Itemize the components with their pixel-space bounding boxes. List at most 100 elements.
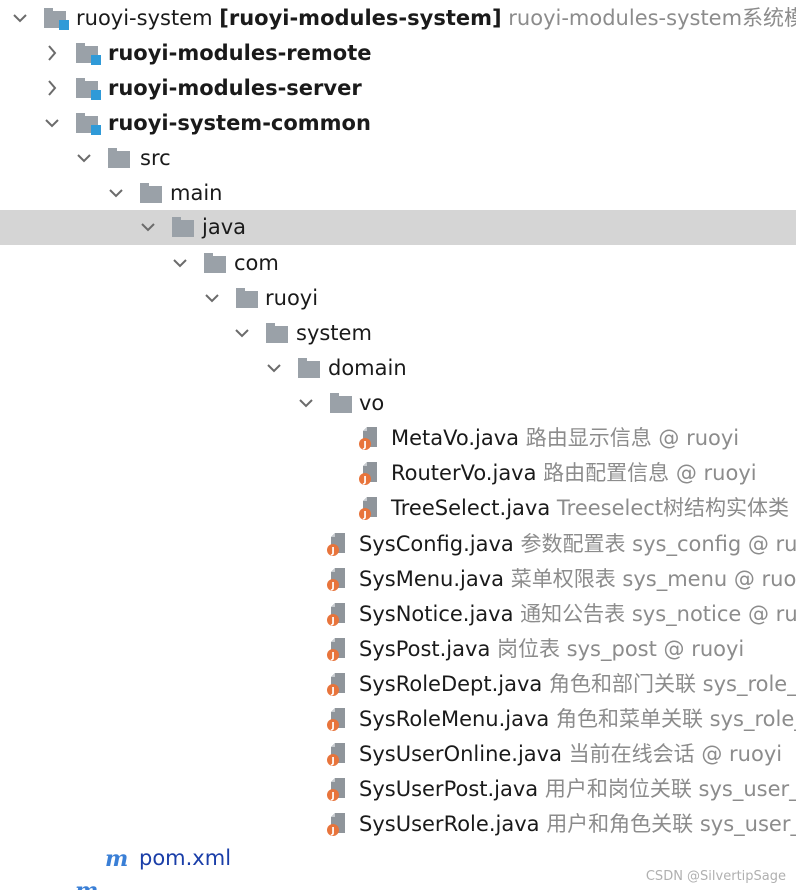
tree-row-label: SysMenu.java 菜单权限表 sys_menu @ ruoyi [359, 567, 796, 591]
tree-row-folder-java[interactable]: java [0, 210, 796, 245]
tree-row-label: RouterVo.java 路由配置信息 @ ruoyi [391, 461, 757, 485]
chevron-down-icon[interactable] [232, 321, 252, 345]
svg-text:J: J [330, 617, 334, 627]
java-class-icon: J [359, 497, 377, 521]
svg-text:m: m [75, 878, 98, 890]
folder-icon [266, 323, 288, 343]
svg-text:J: J [330, 652, 334, 662]
tree-row-label: com [234, 251, 279, 275]
tree-row-label: MetaVo.java 路由显示信息 @ ruoyi [391, 426, 740, 450]
tree-row-file[interactable]: J SysRoleDept.java 角色和部门关联 sys_role_de [0, 667, 796, 702]
tree-row-root[interactable]: ruoyi-system [ruoyi-modules-system] ruoy… [0, 1, 796, 36]
chevron-down-icon[interactable] [264, 356, 284, 380]
svg-text:J: J [362, 511, 366, 521]
java-class-icon: J [327, 568, 345, 592]
chevron-down-icon[interactable] [74, 146, 94, 170]
svg-text:J: J [330, 582, 334, 592]
chevron-right-icon[interactable] [42, 41, 62, 65]
chevron-down-icon[interactable] [170, 251, 190, 275]
svg-text:J: J [330, 722, 334, 732]
watermark: CSDN @SilvertipSage [645, 869, 786, 884]
folder-icon [298, 358, 320, 378]
svg-text:J: J [330, 792, 334, 802]
tree-row-folder-src[interactable]: src [0, 141, 796, 176]
tree-row-file[interactable]: J MetaVo.java 路由显示信息 @ ruoyi [0, 421, 796, 456]
project-tree: ruoyi-system [ruoyi-modules-system] ruoy… [0, 0, 796, 890]
tree-row-label: SysUserRole.java 用户和角色关联 sys_user_ro [359, 812, 796, 836]
tree-row-folder-main[interactable]: main [0, 176, 796, 211]
chevron-down-icon[interactable] [10, 6, 30, 30]
chevron-down-icon[interactable] [42, 111, 62, 135]
chevron-down-icon[interactable] [106, 181, 126, 205]
tree-row-folder-domain[interactable]: domain [0, 351, 796, 386]
java-class-icon: J [359, 462, 377, 486]
tree-row-label: SysUserOnline.java 当前在线会话 @ ruoyi [359, 742, 783, 766]
folder-icon [108, 148, 130, 168]
tree-row-file[interactable]: J SysPost.java 岗位表 sys_post @ ruoyi [0, 632, 796, 667]
maven-icon: m [105, 846, 128, 871]
tree-row-label: vo [359, 391, 385, 415]
tree-row-label: main [170, 181, 223, 205]
tree-row-module-server[interactable]: ruoyi-modules-server [0, 71, 796, 106]
tree-row-folder-com[interactable]: com [0, 246, 796, 281]
tree-row-folder-ruoyi[interactable]: ruoyi [0, 281, 796, 316]
svg-text:J: J [330, 827, 334, 837]
tree-row-file[interactable]: J SysUserPost.java 用户和岗位关联 sys_user_po [0, 772, 796, 807]
java-class-icon: J [327, 743, 345, 767]
module-folder-icon [76, 43, 101, 65]
chevron-right-icon[interactable] [42, 76, 62, 100]
folder-icon [140, 183, 162, 203]
folder-icon [236, 288, 258, 308]
svg-text:m: m [105, 846, 128, 871]
chevron-down-icon[interactable] [296, 391, 316, 415]
tree-row-file[interactable]: J SysRoleMenu.java 角色和菜单关联 sys_role_r [0, 702, 796, 737]
chevron-down-icon[interactable] [138, 215, 158, 239]
tree-row-label: SysConfig.java 参数配置表 sys_config @ ruoy [359, 532, 796, 556]
java-class-icon: J [327, 813, 345, 837]
tree-row-file[interactable]: J SysMenu.java 菜单权限表 sys_menu @ ruoyi [0, 562, 796, 597]
tree-row-file[interactable]: J RouterVo.java 路由配置信息 @ ruoyi [0, 456, 796, 491]
tree-row-module-common[interactable]: ruoyi-system-common [0, 106, 796, 141]
svg-text:J: J [362, 441, 366, 451]
tree-row-file[interactable]: J SysNotice.java 通知公告表 sys_notice @ ruoy [0, 597, 796, 632]
svg-text:J: J [330, 687, 334, 697]
tree-row-label: SysNotice.java 通知公告表 sys_notice @ ruoy [359, 602, 796, 626]
module-folder-icon [76, 78, 101, 100]
java-class-icon: J [327, 533, 345, 557]
svg-text:J: J [330, 547, 334, 557]
tree-row-file[interactable]: J SysUserOnline.java 当前在线会话 @ ruoyi [0, 737, 796, 772]
svg-text:J: J [330, 757, 334, 767]
tree-row-label: ruoyi [265, 286, 319, 310]
java-class-icon: J [327, 638, 345, 662]
java-class-icon: J [359, 427, 377, 451]
tree-row-label: SysRoleMenu.java 角色和菜单关联 sys_role_r [359, 707, 796, 731]
tree-row-label: java [202, 215, 246, 239]
tree-row-file[interactable]: J TreeSelect.java Treeselect树结构实体类 @ [0, 491, 796, 526]
tree-row-file[interactable]: J SysConfig.java 参数配置表 sys_config @ ruoy [0, 527, 796, 562]
module-folder-icon [44, 8, 69, 30]
java-class-icon: J [327, 778, 345, 802]
folder-icon [204, 253, 226, 273]
java-class-icon: J [327, 603, 345, 627]
svg-text:J: J [362, 476, 366, 486]
tree-row-label: system [296, 321, 372, 345]
tree-row-label: TreeSelect.java Treeselect树结构实体类 @ [391, 496, 796, 520]
tree-row-label: domain [328, 356, 407, 380]
tree-row-label: pom.xml [139, 846, 232, 870]
tree-row-folder-system[interactable]: system [0, 316, 796, 351]
tree-row-label: ruoyi-system-common [108, 111, 371, 135]
tree-row-label: ruoyi-modules-remote [108, 41, 372, 65]
tree-row-file[interactable]: J SysUserRole.java 用户和角色关联 sys_user_ro [0, 807, 796, 842]
java-class-icon: J [327, 673, 345, 697]
chevron-down-icon[interactable] [202, 286, 222, 310]
maven-icon: m [75, 878, 98, 890]
java-class-icon: J [327, 708, 345, 732]
tree-row-label: SysRoleDept.java 角色和部门关联 sys_role_de [359, 672, 796, 696]
tree-row-label: SysPost.java 岗位表 sys_post @ ruoyi [359, 637, 745, 661]
tree-row-folder-vo[interactable]: vo [0, 386, 796, 421]
tree-row-label: src [140, 146, 171, 170]
folder-icon [172, 217, 194, 237]
tree-row-label: ruoyi-modules-server [108, 76, 362, 100]
tree-row-label: SysUserPost.java 用户和岗位关联 sys_user_po [359, 777, 796, 801]
tree-row-module-remote[interactable]: ruoyi-modules-remote [0, 36, 796, 71]
